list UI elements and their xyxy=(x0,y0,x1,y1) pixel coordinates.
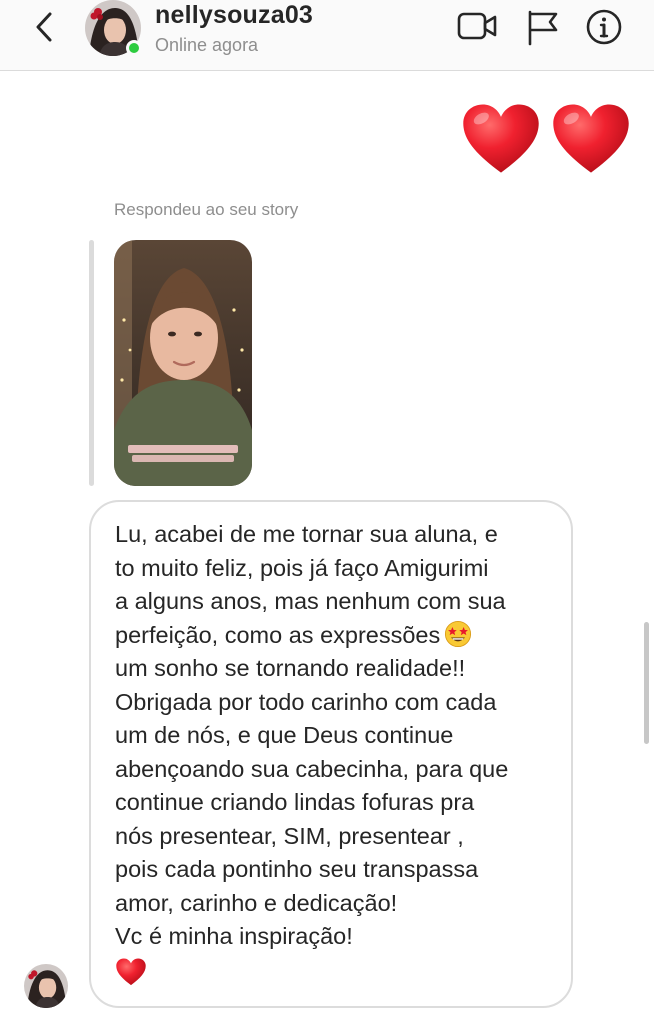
message-line: abençoando sua cabecinha, para que xyxy=(115,755,509,782)
contact-avatar-wrap xyxy=(85,0,142,56)
message-line: perfeição, como as expressões xyxy=(115,621,441,648)
message-line: amor, carinho e dedicação! xyxy=(115,889,398,916)
heart-emoji-icon xyxy=(553,104,629,173)
video-camera-icon xyxy=(457,12,497,40)
message-line: to muito feliz, pois já faço Amigurimi xyxy=(115,554,489,581)
message-line: a alguns anos, mas nenhum com sua xyxy=(115,588,506,614)
online-status-text: Online agora xyxy=(155,35,259,55)
scrollbar-thumb[interactable] xyxy=(644,622,649,744)
message-line: Vc é minha inspiração! xyxy=(115,923,353,949)
contact-username[interactable]: nellysouza03 xyxy=(155,1,313,30)
star-struck-emoji-icon xyxy=(445,620,472,647)
message-line: um de nós, e que Deus continue xyxy=(115,722,454,748)
video-call-button[interactable] xyxy=(457,8,497,46)
received-message-bubble[interactable]: Lu, acabei de me tornar sua aluna, e to … xyxy=(89,500,573,1008)
story-quote-bar xyxy=(89,240,94,486)
flag-icon xyxy=(528,10,558,46)
story-thumbnail[interactable] xyxy=(114,240,252,486)
message-line: nós presentear, SIM, presentear , xyxy=(115,822,464,849)
message-line: Lu, acabei de me tornar sua aluna, e xyxy=(115,521,498,547)
message-line: um sonho se tornando realidade!! xyxy=(115,655,466,681)
back-chevron-icon xyxy=(36,12,52,42)
message-line-with-emoji: perfeição, como as expressões xyxy=(115,619,551,653)
chat-header: nellysouza03 Online agora xyxy=(0,0,654,71)
message-line: Obrigada por todo carinho com cada xyxy=(115,688,497,715)
sent-hearts-message[interactable] xyxy=(460,98,632,180)
sender-avatar[interactable] xyxy=(24,964,68,1008)
message-line: pois cada pontinho seu transpassa xyxy=(115,856,479,882)
heart-emoji-icon xyxy=(463,104,539,173)
online-status-dot xyxy=(126,40,142,56)
story-reply-label: Respondeu ao seu story xyxy=(114,200,299,219)
conversation-info-button[interactable] xyxy=(584,8,624,46)
message-text: Lu, acabei de me tornar sua aluna, e to … xyxy=(115,518,551,954)
report-flag-button[interactable] xyxy=(522,8,562,46)
back-button[interactable] xyxy=(28,8,62,46)
message-line: continue criando lindas fofuras pra xyxy=(115,789,475,815)
info-icon xyxy=(586,9,622,45)
heart-emoji-icon xyxy=(116,958,146,985)
